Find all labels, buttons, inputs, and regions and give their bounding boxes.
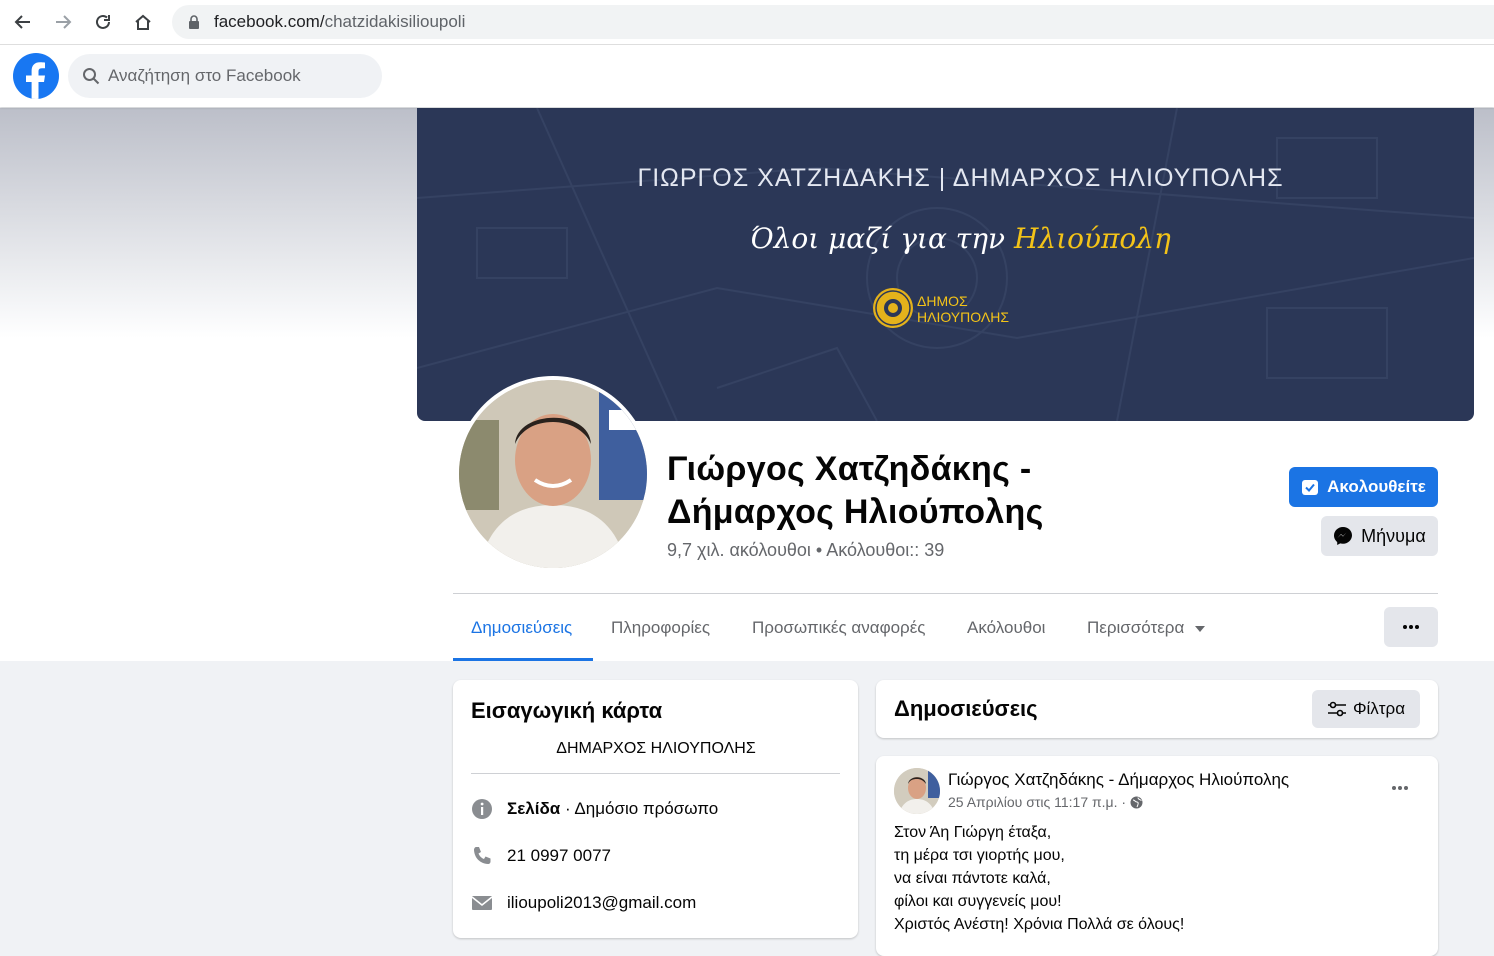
municipality-seal-icon [873, 288, 913, 328]
forward-icon[interactable] [49, 8, 77, 36]
check-icon [1302, 480, 1319, 495]
ellipsis-icon [1403, 625, 1419, 629]
post-text-line: φίλοι και συγγενείς μου! [894, 893, 1062, 910]
address-bar[interactable]: facebook.com/chatzidakisilioupoli [172, 5, 1494, 39]
browser-toolbar: facebook.com/chatzidakisilioupoli [0, 0, 1494, 45]
intro-category: Σελίδα · Δημόσιο πρόσωπο [471, 798, 718, 820]
tab-about[interactable]: Πληροφορίες [611, 618, 710, 638]
posts-section-title: Δημοσιεύσεις [894, 696, 1038, 721]
post-options-button[interactable] [1380, 776, 1420, 800]
intro-title: Εισαγωγική κάρτα [471, 698, 663, 723]
envelope-icon [471, 892, 493, 914]
following-button[interactable]: Ακολουθείτε [1289, 467, 1438, 507]
cover-photo[interactable]: ΓΙΩΡΓΟΣ ΧΑΤΖΗΔΑΚΗΣ | ΔΗΜΑΡΧΟΣ ΗΛΙΟΥΠΟΛΗΣ… [417, 108, 1474, 421]
tab-more[interactable]: Περισσότερα [1087, 618, 1206, 638]
url-text: facebook.com/chatzidakisilioupoli [214, 12, 466, 31]
post-text-line: να είναι πάντοτε καλά, [894, 870, 1051, 887]
globe-icon [1130, 796, 1143, 808]
tab-posts[interactable]: Δημοσιεύσεις [471, 618, 572, 638]
more-options-button[interactable] [1384, 607, 1438, 647]
info-icon [471, 798, 493, 820]
phone-icon [471, 845, 493, 867]
page-title: Γιώργος Χατζηδάκης - Δήμαρχος Ηλιούπολης [667, 450, 1044, 531]
search-input[interactable] [108, 54, 368, 98]
caret-down-icon [1195, 626, 1206, 632]
post-card: Γιώργος Χατζηδάκης - Δήμαρχος Ηλιούπολης… [876, 756, 1438, 956]
profile-avatar[interactable] [459, 380, 647, 568]
intro-phone[interactable]: 21 0997 0077 [471, 845, 611, 867]
lock-icon [189, 15, 199, 29]
search-icon [83, 68, 100, 85]
follower-stats[interactable]: 9,7 χιλ. ακόλουθοι • Ακόλουθοι:: 39 [667, 540, 944, 561]
post-text-line: Στον Άη Γιώργη έταξα, [894, 824, 1052, 841]
posts-header-card: Δημοσιεύσεις Φίλτρα [876, 680, 1438, 738]
seal-text: ΔΗΜΟΣ ΗΛΙΟΥΠΟΛΗΣ [917, 293, 1009, 325]
filters-button[interactable]: Φίλτρα [1312, 690, 1420, 728]
intro-email[interactable]: ilioupoli2013@gmail.com [471, 892, 696, 914]
cover-title: ΓΙΩΡΓΟΣ ΧΑΤΖΗΔΑΚΗΣ | ΔΗΜΑΡΧΟΣ ΗΛΙΟΥΠΟΛΗΣ [637, 164, 1284, 192]
message-button[interactable]: Μήνυμα [1321, 516, 1438, 556]
intro-bio: ΔΗΜΑΡΧΟΣ ΗΛΙΟΥΠΟΛΗΣ [556, 740, 756, 757]
cover-aerial-texture [417, 108, 1474, 421]
active-tab-indicator [453, 658, 593, 661]
tab-mentions[interactable]: Προσωπικές αναφορές [752, 618, 926, 638]
ellipsis-icon [1392, 786, 1408, 790]
back-icon[interactable] [9, 8, 37, 36]
search-box[interactable] [68, 54, 382, 98]
intro-card: Εισαγωγική κάρτα ΔΗΜΑΡΧΟΣ ΗΛΙΟΥΠΟΛΗΣ Σελ… [453, 680, 858, 938]
messenger-icon [1334, 527, 1353, 545]
post-author-name[interactable]: Γιώργος Χατζηδάκης - Δήμαρχος Ηλιούπολης [948, 770, 1289, 790]
sliders-icon [1327, 701, 1346, 717]
intro-divider [471, 773, 840, 774]
tabs-divider [453, 593, 1438, 594]
home-icon[interactable] [129, 8, 157, 36]
post-text-line: τη μέρα τσι γιορτής μου, [894, 847, 1065, 864]
post-author-avatar[interactable] [894, 768, 940, 814]
post-text-line: Χριστός Ανέστη! Χρόνια Πολλά σε όλους! [894, 916, 1185, 933]
facebook-header [0, 45, 1494, 107]
post-timestamp[interactable]: 25 Απριλίου στις 11:17 π.μ. · [948, 794, 1143, 810]
reload-icon[interactable] [89, 8, 117, 36]
tab-followers[interactable]: Ακόλουθοι [967, 618, 1045, 638]
cover-slogan: Όλοι μαζί για την Ηλιούπολη [750, 222, 1171, 255]
facebook-logo-icon[interactable] [13, 53, 59, 99]
